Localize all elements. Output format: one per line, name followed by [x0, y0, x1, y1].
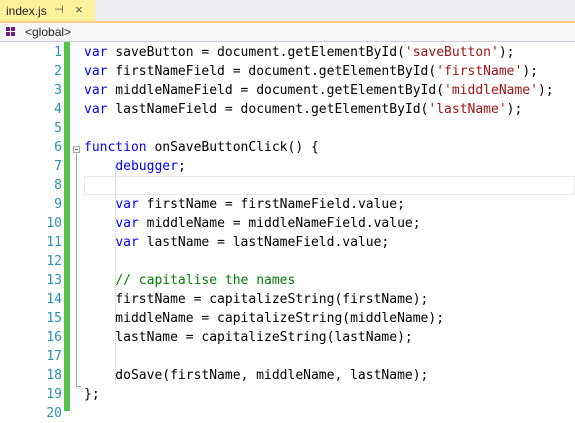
line-number: 12	[46, 254, 62, 269]
line-number: 14	[46, 292, 62, 307]
code-token: );	[498, 45, 515, 60]
code-token: 'middleName'	[444, 83, 538, 98]
code-token: 'lastName'	[428, 102, 507, 117]
code-token: );	[506, 102, 523, 117]
code-token: var	[115, 235, 139, 250]
code-token: var	[84, 64, 108, 79]
document-tab-strip: index.js ⊣ ×	[0, 0, 575, 23]
code-token: firstNameField = document.getElementById…	[107, 64, 437, 79]
line-number: 15	[46, 311, 62, 326]
code-text-area[interactable]: var saveButton = document.getElementById…	[84, 42, 575, 411]
line-number: 6	[54, 140, 62, 155]
code-token: saveButton = document.getElementById(	[107, 45, 405, 60]
line-number: 19	[46, 387, 62, 402]
outlining-margin	[70, 42, 84, 411]
scope-dropdown[interactable]: <global>	[25, 25, 71, 39]
code-line[interactable]: var middleNameField = document.getElemen…	[84, 81, 575, 100]
close-icon[interactable]: ×	[72, 2, 86, 17]
line-number: 5	[54, 121, 62, 136]
line-number: 16	[46, 330, 62, 345]
code-token: 'firstName'	[436, 64, 523, 79]
code-token: var	[115, 197, 139, 212]
line-number: 7	[54, 159, 62, 174]
code-token: var	[115, 216, 139, 231]
code-line[interactable]: middleName = capitalizeString(middleName…	[84, 309, 575, 328]
code-line[interactable]: var middleName = middleNameField.value;	[84, 214, 575, 233]
code-token: lastNameField = document.getElementById(	[107, 102, 429, 117]
code-token: };	[84, 387, 100, 402]
line-number: 20	[46, 406, 62, 421]
line-number: 13	[46, 273, 62, 288]
code-token: lastName = capitalizeString(lastName);	[84, 330, 413, 345]
code-line[interactable]	[84, 176, 575, 195]
namespace-icon	[6, 27, 16, 37]
code-line[interactable]: function onSaveButtonClick() {	[84, 138, 575, 157]
code-line[interactable]: var firstName = firstNameField.value;	[84, 195, 575, 214]
code-line[interactable]: var firstNameField = document.getElement…	[84, 62, 575, 81]
collapse-toggle-icon[interactable]	[73, 146, 80, 153]
code-token: middleName = capitalizeString(middleName…	[84, 311, 445, 326]
tab-title: index.js	[6, 4, 47, 18]
code-line[interactable]: };	[84, 385, 575, 404]
tab-index-js[interactable]: index.js ⊣ ×	[0, 0, 95, 21]
code-line[interactable]: lastName = capitalizeString(lastName);	[84, 328, 575, 347]
code-token: onSaveButtonClick() {	[146, 140, 319, 155]
code-token: lastName = lastNameField.value;	[138, 235, 390, 250]
line-number: 18	[46, 368, 62, 383]
line-number: 10	[46, 216, 62, 231]
line-number: 17	[46, 349, 62, 364]
line-number: 9	[54, 197, 62, 212]
code-line[interactable]: var lastNameField = document.getElementB…	[84, 100, 575, 119]
code-token: ;	[177, 159, 186, 174]
code-token: 'saveButton'	[404, 45, 499, 60]
code-line[interactable]	[84, 404, 575, 423]
code-line[interactable]: doSave(firstName, middleName, lastName);	[84, 366, 575, 385]
code-token: doSave(firstName, middleName, lastName);	[84, 368, 429, 383]
line-number-gutter: 1 2 3 4 5 6 7 8 9 10 11 12 13 14 15 16 17 18 19 20	[18, 42, 62, 421]
code-line[interactable]: firstName = capitalizeString(firstName);	[84, 290, 575, 309]
code-token: function	[84, 140, 147, 155]
code-line[interactable]: var lastName = lastNameField.value;	[84, 233, 575, 252]
code-token: debugger	[115, 159, 178, 174]
code-line[interactable]: var saveButton = document.getElementById…	[84, 43, 575, 62]
line-number: 4	[54, 102, 62, 117]
code-line[interactable]	[84, 347, 575, 366]
code-token: var	[84, 45, 108, 60]
code-token: var	[84, 83, 108, 98]
outline-end-tick	[76, 386, 81, 387]
outline-guide	[76, 153, 77, 386]
code-line[interactable]	[84, 119, 575, 138]
navigation-bar[interactable]: <global>	[0, 23, 575, 42]
line-number: 1	[54, 45, 62, 60]
line-number: 8	[54, 178, 62, 193]
code-token: middleNameField = document.getElementByI…	[107, 83, 445, 98]
breakpoint-margin[interactable]	[0, 42, 18, 411]
pin-icon[interactable]: ⊣	[52, 3, 66, 16]
code-line[interactable]: // capitalise the names	[84, 271, 575, 290]
line-number: 11	[46, 235, 62, 250]
code-token: );	[537, 83, 554, 98]
code-token: firstName = capitalizeString(firstName);	[84, 292, 429, 307]
code-token: );	[522, 64, 538, 79]
line-number: 3	[54, 83, 62, 98]
code-line[interactable]	[84, 252, 575, 271]
code-token: firstName = firstNameField.value;	[138, 197, 405, 212]
line-number: 2	[54, 64, 62, 79]
code-editor[interactable]: 1 2 3 4 5 6 7 8 9 10 11 12 13 14 15 16 17 18 19 20 var save…	[0, 42, 575, 421]
code-line[interactable]: debugger;	[84, 157, 575, 176]
code-token: var	[84, 102, 108, 117]
code-token: // capitalise the names	[115, 273, 296, 288]
code-token: middleName = middleNameField.value;	[138, 216, 421, 231]
